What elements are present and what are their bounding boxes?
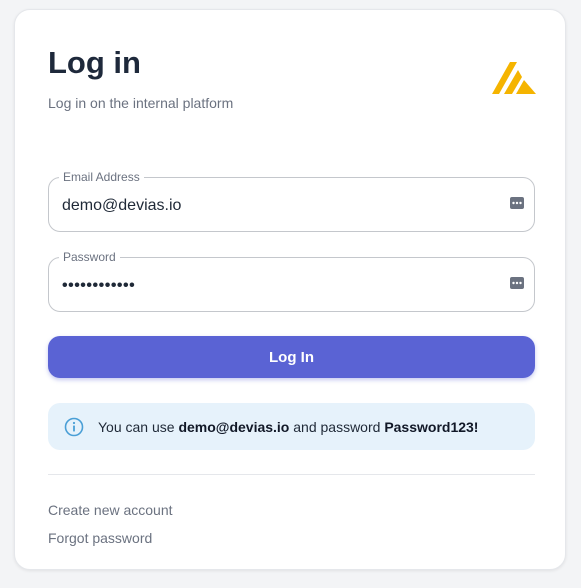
alert-text-prefix: You can use bbox=[98, 418, 179, 435]
devias-logo-icon bbox=[492, 62, 536, 94]
login-button[interactable]: Log In bbox=[48, 336, 535, 378]
password-label: Password bbox=[59, 249, 120, 265]
login-card: Log in Log in on the internal platform E… bbox=[14, 9, 566, 570]
email-input[interactable]: demo@devias.io bbox=[62, 196, 181, 216]
demo-credentials-alert: You can use demo@devias.io and password … bbox=[48, 403, 535, 450]
alert-password: Password123! bbox=[384, 418, 479, 435]
email-field[interactable]: Email Address demo@devias.io bbox=[48, 169, 535, 232]
page-subtitle: Log in on the internal platform bbox=[48, 95, 234, 111]
password-manager-icon[interactable] bbox=[510, 197, 524, 209]
password-manager-icon[interactable] bbox=[510, 277, 524, 289]
page-title: Log in bbox=[48, 45, 141, 80]
alert-email: demo@devias.io bbox=[178, 418, 290, 435]
create-account-link[interactable]: Create new account bbox=[48, 502, 173, 518]
divider bbox=[48, 474, 535, 475]
alert-text-middle: and password bbox=[289, 418, 385, 435]
forgot-password-link[interactable]: Forgot password bbox=[48, 530, 152, 546]
info-icon bbox=[64, 417, 84, 436]
password-input[interactable]: •••••••••••• bbox=[62, 276, 135, 296]
password-field[interactable]: Password •••••••••••• bbox=[48, 249, 535, 312]
email-label: Email Address bbox=[59, 169, 144, 185]
